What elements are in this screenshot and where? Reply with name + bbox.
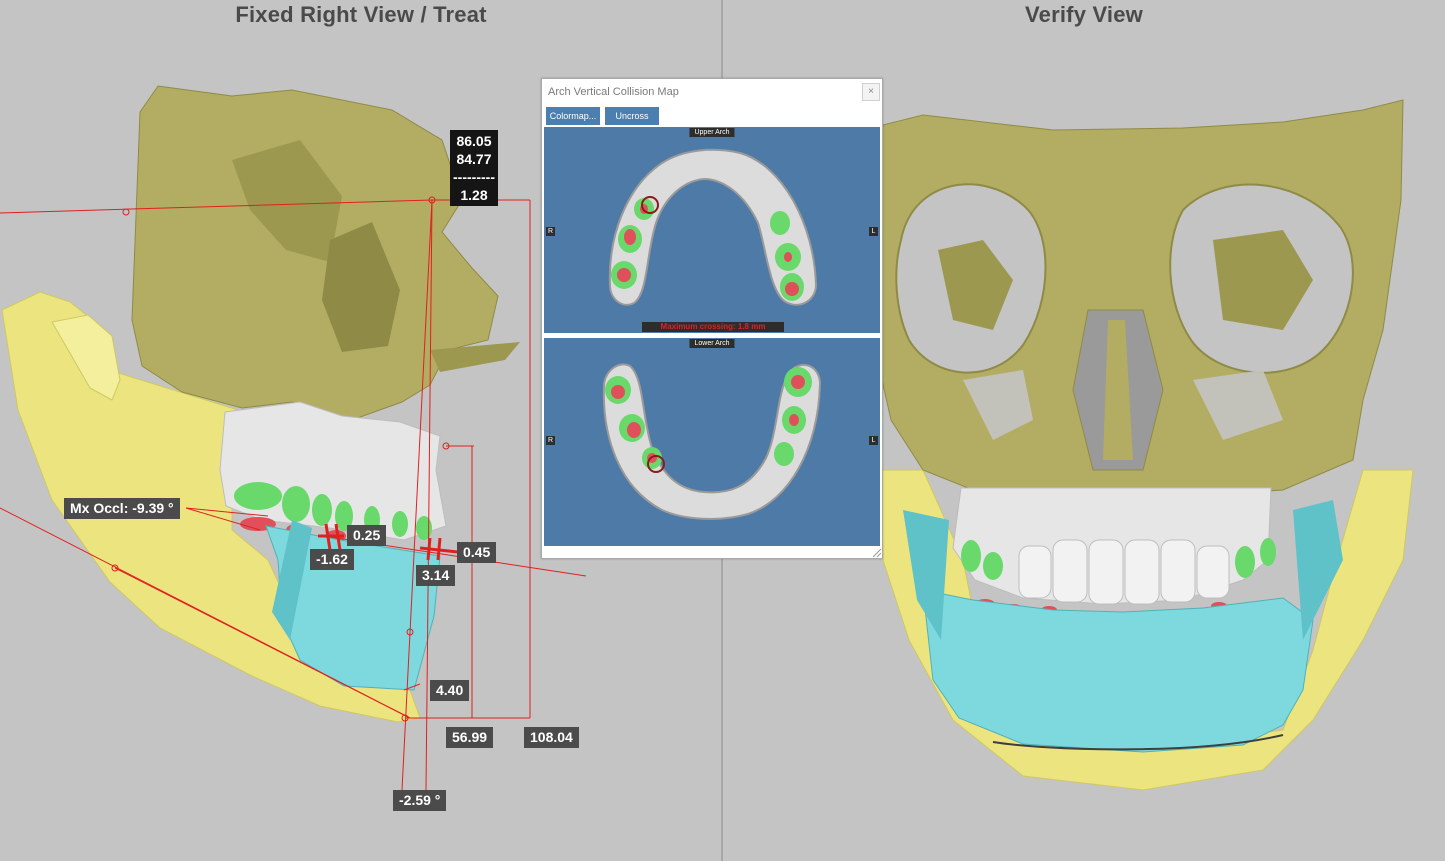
upper-arch-label: Upper Arch — [689, 128, 735, 137]
max-crossing-label: Maximum crossing: 1.8 mm — [642, 322, 784, 332]
dialog-title: Arch Vertical Collision Map — [548, 86, 679, 98]
left-view-title: Fixed Right View / Treat — [235, 2, 487, 27]
lower-left-side-label: L — [869, 436, 878, 445]
upper-arch-model — [608, 148, 818, 306]
resize-grip-icon[interactable] — [873, 549, 881, 557]
close-button[interactable]: × — [862, 83, 880, 101]
label-measure-314: 3.14 — [416, 565, 456, 586]
colormap-button[interactable]: Colormap... — [546, 107, 600, 125]
upper-left-side-label: L — [869, 227, 878, 236]
measurement-distance-stack: 86.05 84.77 --------- 1.28 — [450, 130, 498, 206]
upper-right-side-label: R — [546, 227, 555, 236]
label-measure-10804: 108.04 — [524, 727, 579, 748]
right-view-title: Verify View — [1025, 2, 1143, 27]
label-measure-025: 0.25 — [347, 525, 387, 546]
label-mx-occlusal-angle: Mx Occl: -9.39 ° — [64, 498, 180, 519]
arch-collision-map-dialog[interactable]: Arch Vertical Collision Map × Colormap..… — [541, 78, 883, 559]
measurement-value-2: 84.77 — [456, 151, 492, 167]
label-measure-440: 4.40 — [430, 680, 470, 701]
measurement-separator: --------- — [453, 169, 495, 185]
label-measure-neg162: -1.62 — [310, 549, 354, 570]
measurement-difference: 1.28 — [460, 187, 488, 203]
label-measure-045: 0.45 — [457, 542, 497, 563]
upper-arch-panel[interactable]: Upper Arch R L Maximum crossing: 1.8 mm — [544, 127, 880, 333]
lower-arch-label: Lower Arch — [689, 339, 735, 348]
lower-arch-model — [602, 363, 822, 520]
uncross-button[interactable]: Uncross — [605, 107, 659, 125]
label-measure-neg259-angle: -2.59 ° — [393, 790, 447, 811]
lower-arch-panel[interactable]: Lower Arch R L — [544, 338, 880, 546]
lower-right-side-label: R — [546, 436, 555, 445]
label-measure-5699: 56.99 — [446, 727, 494, 748]
measurement-value-1: 86.05 — [456, 133, 492, 149]
